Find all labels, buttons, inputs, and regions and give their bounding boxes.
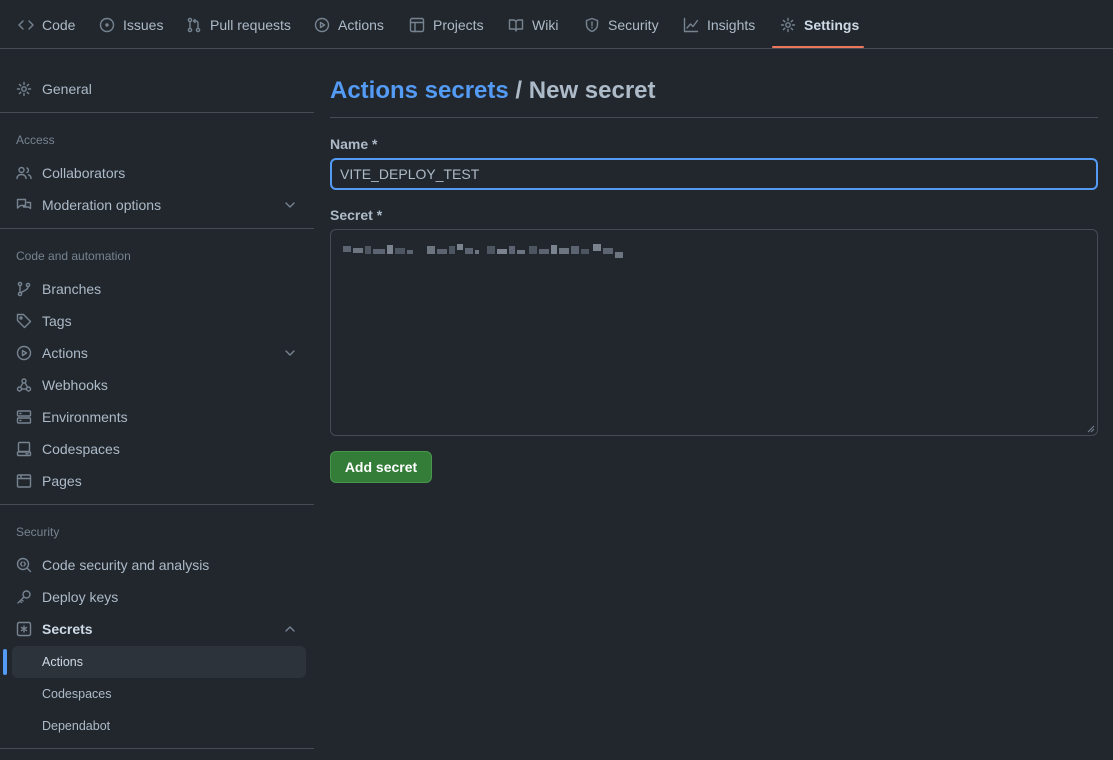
play-icon: [16, 345, 32, 361]
name-label: Name *: [330, 136, 378, 152]
tab-actions[interactable]: Actions: [314, 0, 384, 49]
play-icon: [314, 17, 330, 32]
sidebar-subitem-secrets-codespaces[interactable]: Codespaces: [12, 678, 306, 710]
chevron-down-icon: [285, 202, 295, 208]
tab-label: Wiki: [532, 16, 559, 33]
title-divider: [330, 117, 1098, 118]
sidebar-item-label: Pages: [42, 473, 82, 489]
breadcrumb-current: New secret: [528, 77, 656, 104]
sidebar-item-label: Codespaces: [42, 441, 120, 457]
sidebar-item-label: Secrets: [42, 621, 93, 637]
sidebar-item-label: Actions: [42, 345, 88, 361]
sidebar-item-webhooks[interactable]: Webhooks: [16, 369, 306, 401]
sidebar-item-label: Tags: [42, 313, 72, 329]
git-pull-request-icon: [187, 17, 201, 32]
sidebar-subitem-secrets-dependabot[interactable]: Dependabot: [12, 710, 306, 742]
comment-discussion-icon: [16, 198, 32, 210]
sidebar-item-tags[interactable]: Tags: [16, 305, 306, 337]
add-secret-button[interactable]: Add secret: [330, 451, 432, 483]
shield-icon: [585, 17, 599, 32]
gear-icon: [16, 81, 32, 97]
tab-label: Insights: [707, 16, 756, 33]
tab-pull-requests[interactable]: Pull requests: [186, 0, 291, 49]
resize-grip-icon[interactable]: [1087, 425, 1095, 433]
sidebar-item-label: Code security and analysis: [42, 557, 210, 573]
git-branch-icon: [17, 281, 31, 297]
sidebar-item-label: Webhooks: [42, 377, 108, 393]
sidebar-divider: [0, 112, 314, 113]
tab-issues[interactable]: Issues: [99, 0, 163, 49]
secret-value-textarea[interactable]: [330, 229, 1098, 436]
tab-label: Security: [608, 16, 659, 33]
tab-security[interactable]: Security: [584, 0, 659, 49]
sidebar-item-secrets[interactable]: Secrets: [16, 613, 306, 645]
sidebar-item-branches[interactable]: Branches: [16, 273, 306, 305]
breadcrumb-separator: /: [508, 77, 529, 104]
codespaces-icon: [16, 441, 32, 457]
browser-icon: [16, 474, 32, 488]
sidebar-item-code-security[interactable]: Code security and analysis: [16, 549, 306, 581]
tab-code[interactable]: Code: [18, 0, 75, 49]
table-icon: [409, 17, 425, 32]
sidebar-divider: [0, 504, 314, 505]
sidebar-divider: [0, 228, 314, 229]
graph-icon: [683, 17, 699, 32]
secret-name-input[interactable]: [330, 158, 1098, 190]
sidebar-item-environments[interactable]: Environments: [16, 401, 306, 433]
repo-nav: Code Issues Pull requests Actions Projec…: [0, 0, 1113, 49]
sidebar-section-security: Security: [16, 525, 60, 539]
sidebar-item-codespaces[interactable]: Codespaces: [16, 433, 306, 465]
tab-insights[interactable]: Insights: [683, 0, 755, 49]
sidebar-item-label: Environments: [42, 409, 128, 425]
chevron-down-icon: [285, 350, 295, 356]
sidebar-item-label: Deploy keys: [42, 589, 119, 605]
codescan-icon: [16, 557, 32, 573]
tab-label: Code: [42, 16, 76, 33]
secret-label: Secret *: [330, 207, 383, 223]
webhook-icon: [16, 378, 32, 392]
active-item-indicator: [3, 649, 7, 675]
people-icon: [16, 166, 32, 180]
sidebar-item-pages[interactable]: Pages: [16, 465, 306, 497]
tab-label: Pull requests: [210, 16, 291, 33]
sidebar-section-access: Access: [16, 133, 55, 147]
sidebar-subitem-secrets-actions[interactable]: Actions: [12, 646, 306, 678]
sidebar-item-collaborators[interactable]: Collaborators: [16, 157, 306, 189]
key-icon: [17, 590, 31, 604]
issue-opened-icon: [99, 17, 115, 32]
redacted-secret-value: [343, 244, 623, 258]
sidebar-item-moderation-options[interactable]: Moderation options: [16, 189, 306, 221]
sidebar-item-actions[interactable]: Actions: [16, 337, 306, 369]
settings-sidebar: General Access Collaborators Moderation …: [0, 49, 330, 760]
tab-label: Actions: [338, 16, 384, 33]
chevron-up-icon: [285, 626, 295, 632]
breadcrumb-actions-secrets-link[interactable]: Actions secrets: [330, 77, 509, 104]
tab-projects[interactable]: Projects: [409, 0, 484, 49]
sidebar-item-deploy-keys[interactable]: Deploy keys: [16, 581, 306, 613]
sidebar-divider: [0, 748, 314, 749]
tag-icon: [16, 313, 32, 329]
sidebar-section-code-automation: Code and automation: [16, 249, 131, 263]
tab-wiki[interactable]: Wiki: [508, 0, 558, 49]
sidebar-item-label: Moderation options: [42, 197, 162, 213]
tab-label: Projects: [433, 16, 484, 33]
server-icon: [16, 410, 32, 424]
book-icon: [508, 18, 524, 32]
sidebar-item-general[interactable]: General: [16, 73, 306, 105]
tab-label: Settings: [804, 16, 860, 33]
sidebar-item-label: General: [42, 81, 92, 97]
tab-settings[interactable]: Settings: [780, 0, 859, 49]
tab-label: Issues: [123, 16, 164, 33]
code-icon: [18, 19, 34, 30]
sidebar-item-label: Branches: [42, 281, 102, 297]
key-asterisk-icon: [16, 621, 32, 637]
page-title: Actions secrets / New secret: [330, 77, 656, 105]
sidebar-item-label: Collaborators: [42, 165, 126, 181]
selected-tab-underline: [772, 46, 864, 48]
gear-icon: [780, 17, 796, 32]
